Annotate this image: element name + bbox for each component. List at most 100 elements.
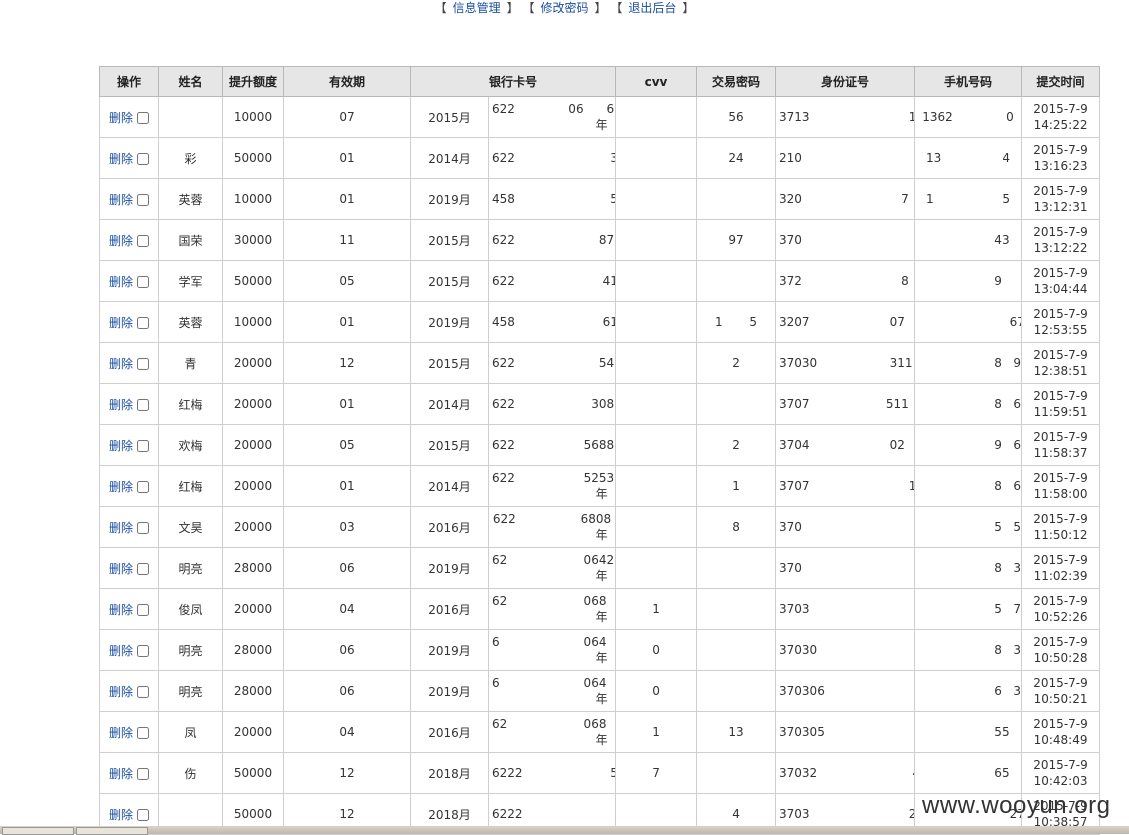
name-cell: 红梅: [158, 465, 223, 507]
submit-time-cell: 2015-7-9 11:59:51: [1021, 383, 1101, 425]
row-select-checkbox[interactable]: [137, 685, 149, 698]
id-number-cell: 370 22: [775, 219, 916, 261]
delete-link[interactable]: 删除: [109, 439, 133, 453]
limit-cell: 28000: [222, 547, 284, 589]
header-phone: 手机号码: [914, 66, 1023, 97]
bank-card-number: 622 568839: [492, 438, 615, 452]
id-number-cell: 372 8 33: [775, 260, 916, 302]
nav-info-manage-link[interactable]: 信息管理: [453, 1, 501, 15]
limit-cell: 28000: [222, 670, 284, 712]
row-select-checkbox[interactable]: [137, 767, 149, 780]
nav-bracket-open: 【: [434, 1, 447, 15]
trade-password-cell: [696, 383, 777, 425]
limit-cell: 20000: [222, 588, 284, 630]
row-select-checkbox[interactable]: [137, 357, 149, 370]
table-row: 删除 红梅20000012014月622 3087 3707 511 88 8 64…: [99, 383, 1101, 425]
submit-time-cell: 2015-7-9 13:16:23: [1021, 137, 1101, 179]
row-select-checkbox[interactable]: [137, 603, 149, 616]
submit-date: 2015-7-9: [1033, 266, 1088, 280]
delete-link[interactable]: 删除: [109, 767, 133, 781]
nav-logout-link[interactable]: 退出后台: [628, 1, 676, 15]
row-select-checkbox[interactable]: [137, 562, 149, 575]
delete-link[interactable]: 删除: [109, 603, 133, 617]
limit-cell: 20000: [222, 465, 284, 507]
expiry-month-cell: 07: [283, 96, 411, 138]
taskbar: [0, 826, 1129, 835]
phone-cell: 9 88: [914, 260, 1023, 302]
expiry-year-cell: 2014月: [410, 137, 489, 179]
submit-clock: 10:48:49: [1033, 733, 1088, 747]
submit-clock: 11:59:51: [1033, 405, 1088, 419]
submit-time-cell: 2015-7-9 13:04:44: [1021, 260, 1101, 302]
limit-cell: 28000: [222, 629, 284, 671]
row-select-checkbox[interactable]: [137, 644, 149, 657]
action-cell: 删除: [99, 711, 159, 753]
id-number-cell: 3713 11: [775, 96, 916, 138]
phone-cell: 8 644: [914, 383, 1023, 425]
expiry-year-cell: 2015月: [410, 96, 489, 138]
table-row: 删除 凤20000042016月62 068 14 年113370305 45 5…: [99, 711, 1101, 753]
row-select-checkbox[interactable]: [137, 808, 149, 821]
delete-link[interactable]: 删除: [109, 726, 133, 740]
table-row: 删除文昊20000032016月622 6808 年8370 18 5 5202…: [99, 506, 1101, 548]
cvv-cell: 0: [615, 670, 698, 712]
delete-link[interactable]: 删除: [109, 480, 133, 494]
action-cell: 删除: [99, 670, 159, 712]
row-select-checkbox[interactable]: [137, 152, 149, 165]
delete-link[interactable]: 删除: [109, 685, 133, 699]
row-select-checkbox[interactable]: [137, 111, 149, 124]
name-cell: [158, 96, 223, 138]
row-select-checkbox[interactable]: [137, 439, 149, 452]
header-id-number: 身份证号: [775, 66, 916, 97]
row-select-checkbox[interactable]: [137, 726, 149, 739]
delete-link[interactable]: 删除: [109, 193, 133, 207]
delete-link[interactable]: 删除: [109, 644, 133, 658]
name-cell: 俊凤: [158, 588, 223, 630]
delete-link[interactable]: 删除: [109, 316, 133, 330]
trade-password-cell: 2: [696, 424, 777, 466]
row-select-checkbox[interactable]: [137, 480, 149, 493]
submit-date: 2015-7-9: [1033, 102, 1088, 116]
header-name: 姓名: [158, 66, 223, 97]
id-number-cell: 37030 16: [775, 629, 916, 671]
submit-clock: 10:50:28: [1033, 651, 1088, 665]
row-select-checkbox[interactable]: [137, 234, 149, 247]
row-select-checkbox[interactable]: [137, 398, 149, 411]
delete-link[interactable]: 删除: [109, 398, 133, 412]
name-cell: 文昊: [158, 506, 223, 548]
cvv-cell: [615, 383, 698, 425]
row-select-checkbox[interactable]: [137, 193, 149, 206]
row-select-checkbox[interactable]: [137, 316, 149, 329]
submit-clock: 10:52:26: [1033, 610, 1088, 624]
delete-link[interactable]: 删除: [109, 275, 133, 289]
phone-cell: 6 352: [914, 670, 1023, 712]
row-select-checkbox[interactable]: [137, 521, 149, 534]
expiry-year-cell: 2015月: [410, 219, 489, 261]
limit-cell: 20000: [222, 424, 284, 466]
row-select-checkbox[interactable]: [137, 275, 149, 288]
delete-link[interactable]: 删除: [109, 111, 133, 125]
delete-link[interactable]: 删除: [109, 808, 133, 822]
nav-change-password-link[interactable]: 修改密码: [540, 1, 588, 15]
header-limit: 提升额度: [222, 66, 284, 97]
expiry-month-cell: 12: [283, 752, 411, 794]
delete-link[interactable]: 删除: [109, 234, 133, 248]
delete-link[interactable]: 删除: [109, 357, 133, 371]
trade-password-cell: 97: [696, 219, 777, 261]
delete-link[interactable]: 删除: [109, 521, 133, 535]
bank-card-suffix: 年: [496, 692, 608, 706]
cvv-cell: 1: [615, 588, 698, 630]
expiry-month-cell: 06: [283, 547, 411, 589]
action-cell: 删除: [99, 301, 159, 343]
phone-cell: 9 692: [914, 424, 1023, 466]
submit-clock: 12:38:51: [1033, 364, 1088, 378]
expiry-month-cell: 11: [283, 219, 411, 261]
name-cell: 欢梅: [158, 424, 223, 466]
bank-card-number: 622 413: [492, 274, 616, 288]
phone-cell: 55 25: [914, 711, 1023, 753]
delete-link[interactable]: 删除: [109, 562, 133, 576]
submit-date: 2015-7-9: [1033, 717, 1088, 731]
cvv-cell: [615, 547, 698, 589]
trade-password-cell: [696, 588, 777, 630]
delete-link[interactable]: 删除: [109, 152, 133, 166]
